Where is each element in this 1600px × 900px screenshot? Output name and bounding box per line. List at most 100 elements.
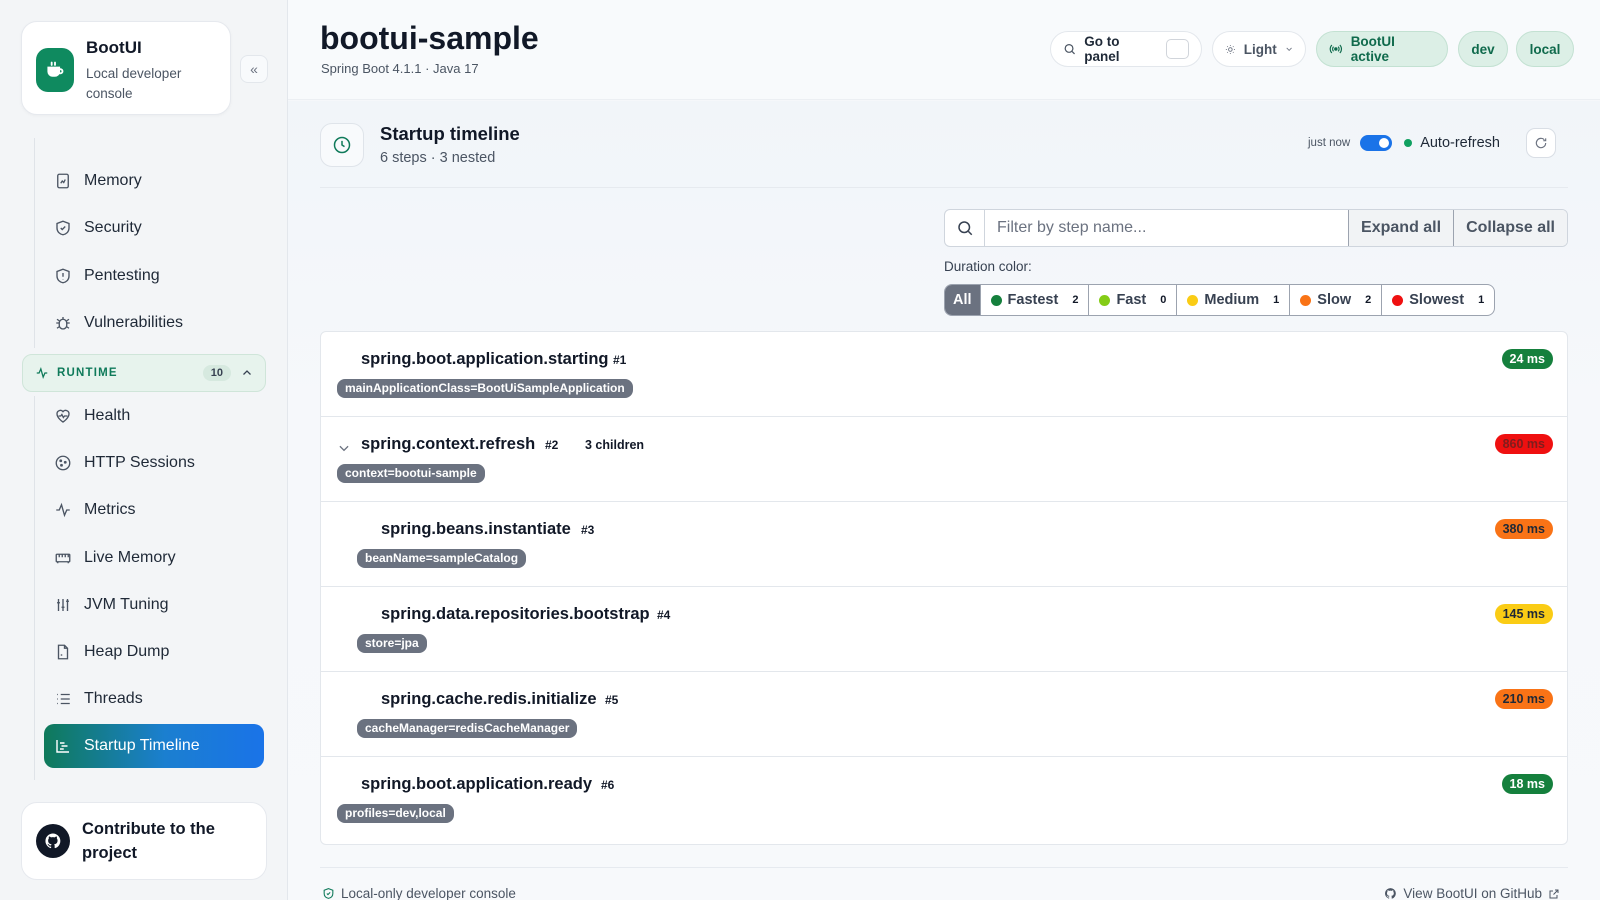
timeline-step[interactable]: spring.data.repositories.bootstrap #4 st…: [321, 587, 1567, 672]
duration-filter-count: 1: [1478, 294, 1485, 306]
duration-badge: 380 ms: [1494, 519, 1553, 539]
nav-rail: [34, 138, 35, 348]
step-index: #4: [657, 608, 671, 622]
refresh-button[interactable]: [1526, 128, 1556, 158]
expand-all-button[interactable]: Expand all: [1348, 210, 1454, 246]
sidebar-item-live-memory[interactable]: Live Memory: [44, 536, 264, 580]
go-to-panel-button[interactable]: Go to panel: [1050, 31, 1202, 67]
sidebar-item-startup-timeline[interactable]: Startup Timeline: [44, 724, 264, 768]
activity-icon: [56, 502, 70, 518]
clock-icon: [320, 123, 364, 167]
coffee-cup-icon: [36, 48, 74, 92]
step-tag: profiles=dev,local: [337, 804, 454, 823]
chevrons-left-icon: «: [250, 61, 258, 77]
fastest-dot: [990, 294, 1002, 306]
activity-icon: [36, 367, 48, 379]
timeline-step[interactable]: spring.context.refresh #2 3 children con…: [321, 417, 1567, 502]
step-tag: beanName=sampleCatalog: [357, 549, 527, 568]
footer-left-text: Local-only developer console: [341, 886, 516, 900]
sidebar-item-pentesting[interactable]: Pentesting: [44, 254, 264, 298]
step-name: spring.context.refresh: [361, 435, 536, 453]
step-index: #3: [581, 523, 595, 537]
live-indicator: [1404, 139, 1413, 147]
keyboard-shortcut-badge: [1166, 39, 1189, 59]
brand-subtitle: Local developer console: [86, 66, 182, 101]
shield-check-icon: [323, 888, 334, 899]
search-icon: [945, 210, 985, 246]
step-children-count: 3 children: [585, 438, 645, 452]
timeline-step[interactable]: spring.boot.application.ready #6 profile…: [321, 757, 1567, 842]
duration-filter-count: 1: [1273, 294, 1280, 306]
sidebar-item-threads[interactable]: Threads: [44, 677, 264, 721]
chevron-down-icon: [1286, 47, 1292, 51]
duration-filter-medium[interactable]: Medium 1: [1177, 285, 1291, 315]
step-filter-input[interactable]: [985, 210, 1349, 246]
sidebar-item-http-sessions[interactable]: HTTP Sessions: [44, 441, 264, 485]
search-icon: [1064, 43, 1075, 55]
footer-right-text: View BootUI on GitHub: [1403, 886, 1542, 900]
duration-filter-slow[interactable]: Slow 2: [1290, 285, 1383, 315]
duration-filter-all[interactable]: All: [945, 285, 981, 315]
github-link[interactable]: View BootUI on GitHub: [1384, 886, 1560, 900]
sidebar-item-heap-dump[interactable]: Heap Dump: [44, 630, 264, 674]
duration-filter-label: Fast: [1116, 292, 1147, 308]
panel-subtitle: 6 steps · 3 nested: [380, 150, 496, 166]
step-tag: store=jpa: [357, 634, 427, 653]
duration-badge: 145 ms: [1494, 604, 1553, 624]
theme-select[interactable]: Light: [1212, 31, 1306, 67]
collapse-all-button[interactable]: Collapse all: [1453, 210, 1567, 246]
timeline-step[interactable]: spring.beans.instantiate #3 beanName=sam…: [321, 502, 1567, 587]
step-index: #6: [601, 778, 615, 792]
step-name: spring.boot.application.starting: [361, 350, 609, 368]
shield-icon: [56, 220, 70, 236]
sidebar-item-health[interactable]: Health: [44, 394, 264, 438]
sidebar-item-memory[interactable]: Memory: [44, 159, 264, 203]
step-tag: cacheManager=redisCacheManager: [357, 719, 578, 738]
sidebar-item-label: JVM Tuning: [84, 596, 169, 613]
memory-icon: [57, 173, 69, 189]
sidebar-item-vulnerabilities[interactable]: Vulnerabilities: [44, 301, 264, 345]
duration-filter-fastest[interactable]: Fastest 2: [981, 285, 1090, 315]
panel-title: Startup timeline: [380, 123, 520, 144]
env-badge-dev: dev: [1458, 31, 1508, 67]
auto-refresh-control: just now Auto-refresh: [1308, 131, 1500, 155]
duration-filter-fast[interactable]: Fast 0: [1089, 285, 1178, 315]
broadcast-icon: [1329, 44, 1342, 54]
duration-badge: 210 ms: [1494, 689, 1553, 709]
step-name: spring.beans.instantiate: [381, 520, 571, 538]
status-label: BootUI active: [1350, 34, 1395, 64]
sidebar-item-label: Health: [84, 407, 131, 424]
external-link-icon: [1549, 889, 1559, 898]
sliders-icon: [57, 599, 69, 611]
contribute-link[interactable]: Contribute to the project: [21, 802, 267, 880]
footer-note: Local-only developer console: [322, 886, 516, 900]
duration-filter-label: Fastest: [1007, 292, 1059, 308]
bug-icon: [56, 317, 70, 330]
sidebar-item-label: Startup Timeline: [84, 737, 200, 754]
sidebar-item-label: Metrics: [84, 501, 136, 518]
runtime-group-header[interactable]: RUNTIME 10: [22, 354, 266, 392]
sidebar-item-metrics[interactable]: Metrics: [44, 488, 264, 532]
step-name: spring.boot.application.ready: [361, 775, 593, 793]
duration-badge: 24 ms: [1501, 349, 1553, 369]
brand-card[interactable]: BootUI Local developer console: [21, 21, 231, 115]
timeline-step[interactable]: spring.boot.application.starting #1 main…: [321, 332, 1567, 417]
chevron-down-icon[interactable]: [337, 441, 351, 455]
auto-refresh-toggle[interactable]: [1360, 135, 1393, 151]
auto-refresh-label: Auto-refresh: [1420, 135, 1500, 151]
step-index: #1: [613, 353, 627, 367]
sidebar-item-label: HTTP Sessions: [84, 454, 195, 471]
duration-filter-count: 2: [1365, 294, 1372, 306]
file-icon: [57, 644, 69, 660]
collapse-sidebar-button[interactable]: «: [240, 55, 268, 83]
sidebar-item-security[interactable]: Security: [44, 206, 264, 250]
duration-badge: 860 ms: [1494, 434, 1553, 454]
sidebar-item-jvm-tuning[interactable]: JVM Tuning: [44, 583, 264, 627]
step-index: #5: [605, 693, 619, 707]
page-title: bootui-sample: [320, 20, 539, 56]
timeline-step[interactable]: spring.cache.redis.initialize #5 cacheMa…: [321, 672, 1567, 757]
duration-filter-slowest[interactable]: Slowest 1: [1382, 285, 1494, 315]
fast-dot: [1099, 294, 1111, 306]
duration-filter-count: 2: [1072, 294, 1079, 306]
github-icon: [1385, 888, 1397, 899]
